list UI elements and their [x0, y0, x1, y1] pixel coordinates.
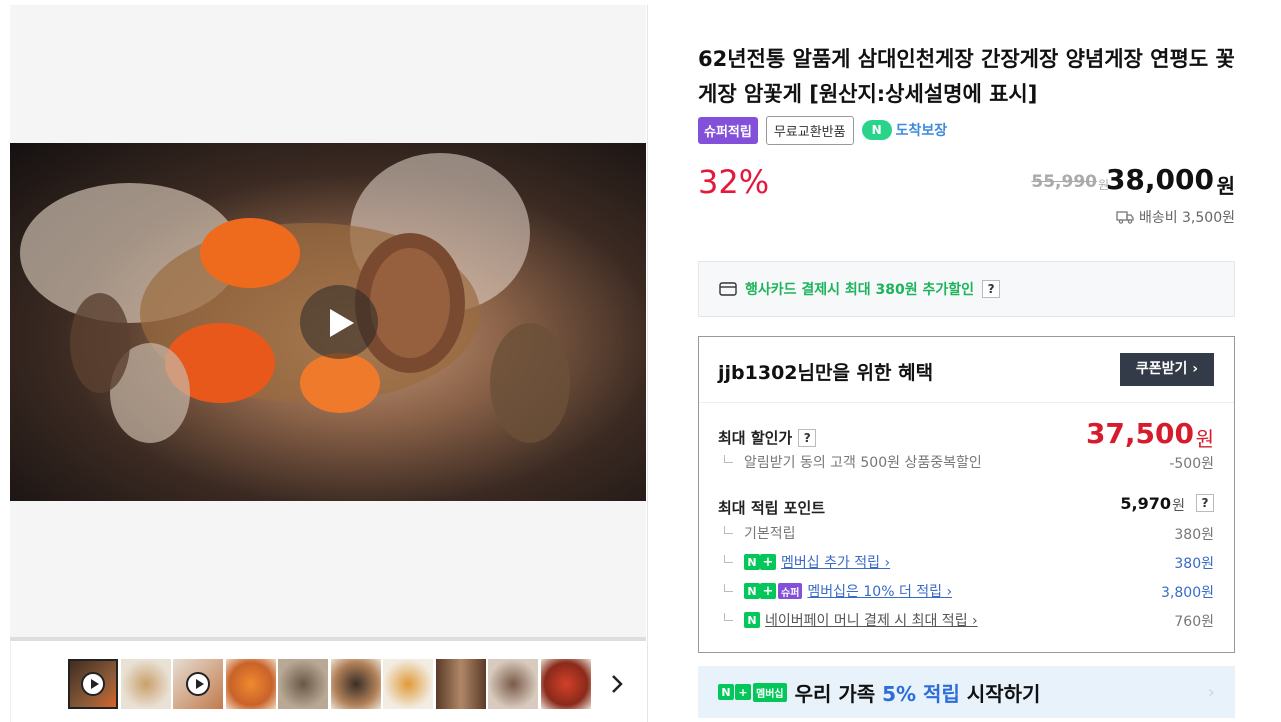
- max-points-unit: 원: [1172, 498, 1185, 514]
- max-points-help-button[interactable]: ?: [1196, 494, 1214, 512]
- points-item-npay[interactable]: N 네이버페이 머니 결제 시 최대 적립 ›: [724, 610, 978, 630]
- naver-n-icon: N: [718, 684, 734, 700]
- max-discount-unit: 원: [1195, 427, 1214, 451]
- max-discount-help-button[interactable]: ?: [798, 428, 817, 447]
- banner-text-pre: 우리 가족: [794, 681, 883, 706]
- super-point-badge: 슈퍼적립: [698, 116, 758, 144]
- card-promo-text: 행사카드 결제시 최대 380원 추가할인: [745, 282, 975, 298]
- membership-tag: N + 멤버십: [718, 682, 787, 702]
- points-item-super-link[interactable]: 멤버십은 10% 더 적립 ›: [807, 581, 952, 601]
- naver-n-icon: N: [744, 554, 760, 570]
- thumbnail-image[interactable]: [383, 659, 433, 709]
- chevron-right-icon: ›: [1207, 682, 1215, 703]
- play-icon: [81, 672, 105, 696]
- product-video[interactable]: [10, 143, 646, 501]
- coupon-button[interactable]: 쿠폰받기 ›: [1120, 353, 1214, 386]
- plus-icon: +: [735, 684, 751, 700]
- card-icon: [719, 282, 737, 296]
- arrival-guarantee-label: 도착보장: [895, 123, 948, 139]
- thumbnail-image[interactable]: [226, 659, 276, 709]
- plus-icon: +: [760, 554, 776, 570]
- points-item-super[interactable]: N + 슈퍼 멤버십은 10% 더 적립 ›: [724, 581, 952, 601]
- thumbnail-next-button[interactable]: [607, 673, 627, 695]
- max-points-label: 최대 적립 포인트: [718, 499, 826, 517]
- membership-banner-text: 우리 가족 5% 적립 시작하기: [795, 678, 1041, 707]
- discount-rate: 32%: [698, 163, 770, 201]
- tree-connector: [724, 555, 733, 563]
- plus-icon: +: [760, 583, 776, 599]
- points-item-basic-amount: 380원: [1174, 527, 1214, 543]
- tree-connector: [724, 613, 733, 621]
- banner-text-highlight: 5% 적립: [882, 681, 960, 706]
- points-item-super-amount: 3,800원: [1161, 585, 1214, 601]
- points-item-basic: 기본적립: [724, 523, 796, 543]
- points-item-membership[interactable]: N + 멤버십 추가 적립 ›: [724, 552, 890, 572]
- points-item-npay-amount: 760원: [1174, 614, 1214, 630]
- badge-row: 슈퍼적립 무료교환반품 N 도착보장: [698, 115, 948, 145]
- shipping-fee: 배송비 3,500원: [1116, 207, 1235, 227]
- max-discount-sub-amount: -500원: [1169, 456, 1214, 472]
- play-icon: [330, 309, 354, 337]
- product-title: 62년전통 알품게 삼대인천게장 간장게장 양념게장 연평도 꽃게장 암꽃게 […: [698, 47, 1235, 106]
- thumbnail-video-2[interactable]: [173, 659, 223, 709]
- super-tag-icon: 슈퍼: [778, 583, 803, 599]
- chevron-right-icon: [612, 675, 623, 693]
- play-icon: [186, 672, 210, 696]
- max-discount-sub-label: 알림받기 동의 고객 500원 상품중복할인: [744, 455, 982, 471]
- tree-connector: [724, 455, 733, 463]
- shipping-fee-text: 배송비 3,500원: [1138, 210, 1235, 226]
- membership-label-icon: 멤버십: [753, 682, 787, 702]
- video-play-button[interactable]: [300, 285, 378, 359]
- sale-price: 38,000: [1105, 163, 1214, 196]
- truck-icon: [1116, 211, 1134, 224]
- product-media-panel: [0, 0, 647, 722]
- banner-text-post: 시작하기: [959, 681, 1041, 706]
- max-discount-sub: 알림받기 동의 고객 500원 상품중복할인: [724, 452, 982, 472]
- thumbnail-image[interactable]: [331, 659, 381, 709]
- benefit-title: jjb1302님만을 위한 혜택: [718, 362, 934, 384]
- sale-price-unit: 원: [1216, 174, 1235, 198]
- card-promo-box: 행사카드 결제시 최대 380원 추가할인 ?: [698, 261, 1235, 317]
- benefit-header: jjb1302님만을 위한 혜택 쿠폰받기 ›: [699, 337, 1234, 403]
- thumbnail-image[interactable]: [121, 659, 171, 709]
- membership-banner[interactable]: N + 멤버십 우리 가족 5% 적립 시작하기 ›: [698, 666, 1235, 718]
- arrival-guarantee-badge[interactable]: N 도착보장: [861, 120, 948, 140]
- thumbnail-image[interactable]: [488, 659, 538, 709]
- original-price: 55,990: [1031, 172, 1097, 192]
- free-return-badge: 무료교환반품: [765, 115, 854, 145]
- naver-n-icon: N: [744, 583, 760, 599]
- panel-divider: [647, 5, 648, 722]
- max-discount-label-row: 최대 할인가 ?: [718, 427, 817, 448]
- tree-connector: [724, 584, 733, 592]
- points-item-membership-link[interactable]: 멤버십 추가 적립 ›: [781, 552, 890, 572]
- thumbnail-strip: [10, 641, 646, 722]
- tree-connector: [724, 526, 733, 534]
- card-promo-help-button[interactable]: ?: [982, 280, 1001, 298]
- max-points-amount: 5,970: [1120, 494, 1171, 513]
- n-delivery-icon: N: [861, 120, 892, 140]
- max-discount-label: 최대 할인가: [718, 429, 793, 447]
- thumbnail-video-1[interactable]: [68, 659, 118, 709]
- points-item-npay-link[interactable]: 네이버페이 머니 결제 시 최대 적립 ›: [765, 610, 978, 630]
- points-item-basic-label: 기본적립: [744, 526, 796, 542]
- points-item-membership-amount: 380원: [1174, 556, 1214, 572]
- benefit-box: jjb1302님만을 위한 혜택 쿠폰받기 › 최대 할인가 ? 37,500 …: [698, 336, 1235, 653]
- max-discount-price: 37,500: [1085, 417, 1194, 450]
- thumbnail-image[interactable]: [436, 659, 486, 709]
- naver-pay-icon: N: [744, 612, 760, 628]
- thumbnail-image[interactable]: [541, 659, 591, 709]
- thumbnail-image[interactable]: [278, 659, 328, 709]
